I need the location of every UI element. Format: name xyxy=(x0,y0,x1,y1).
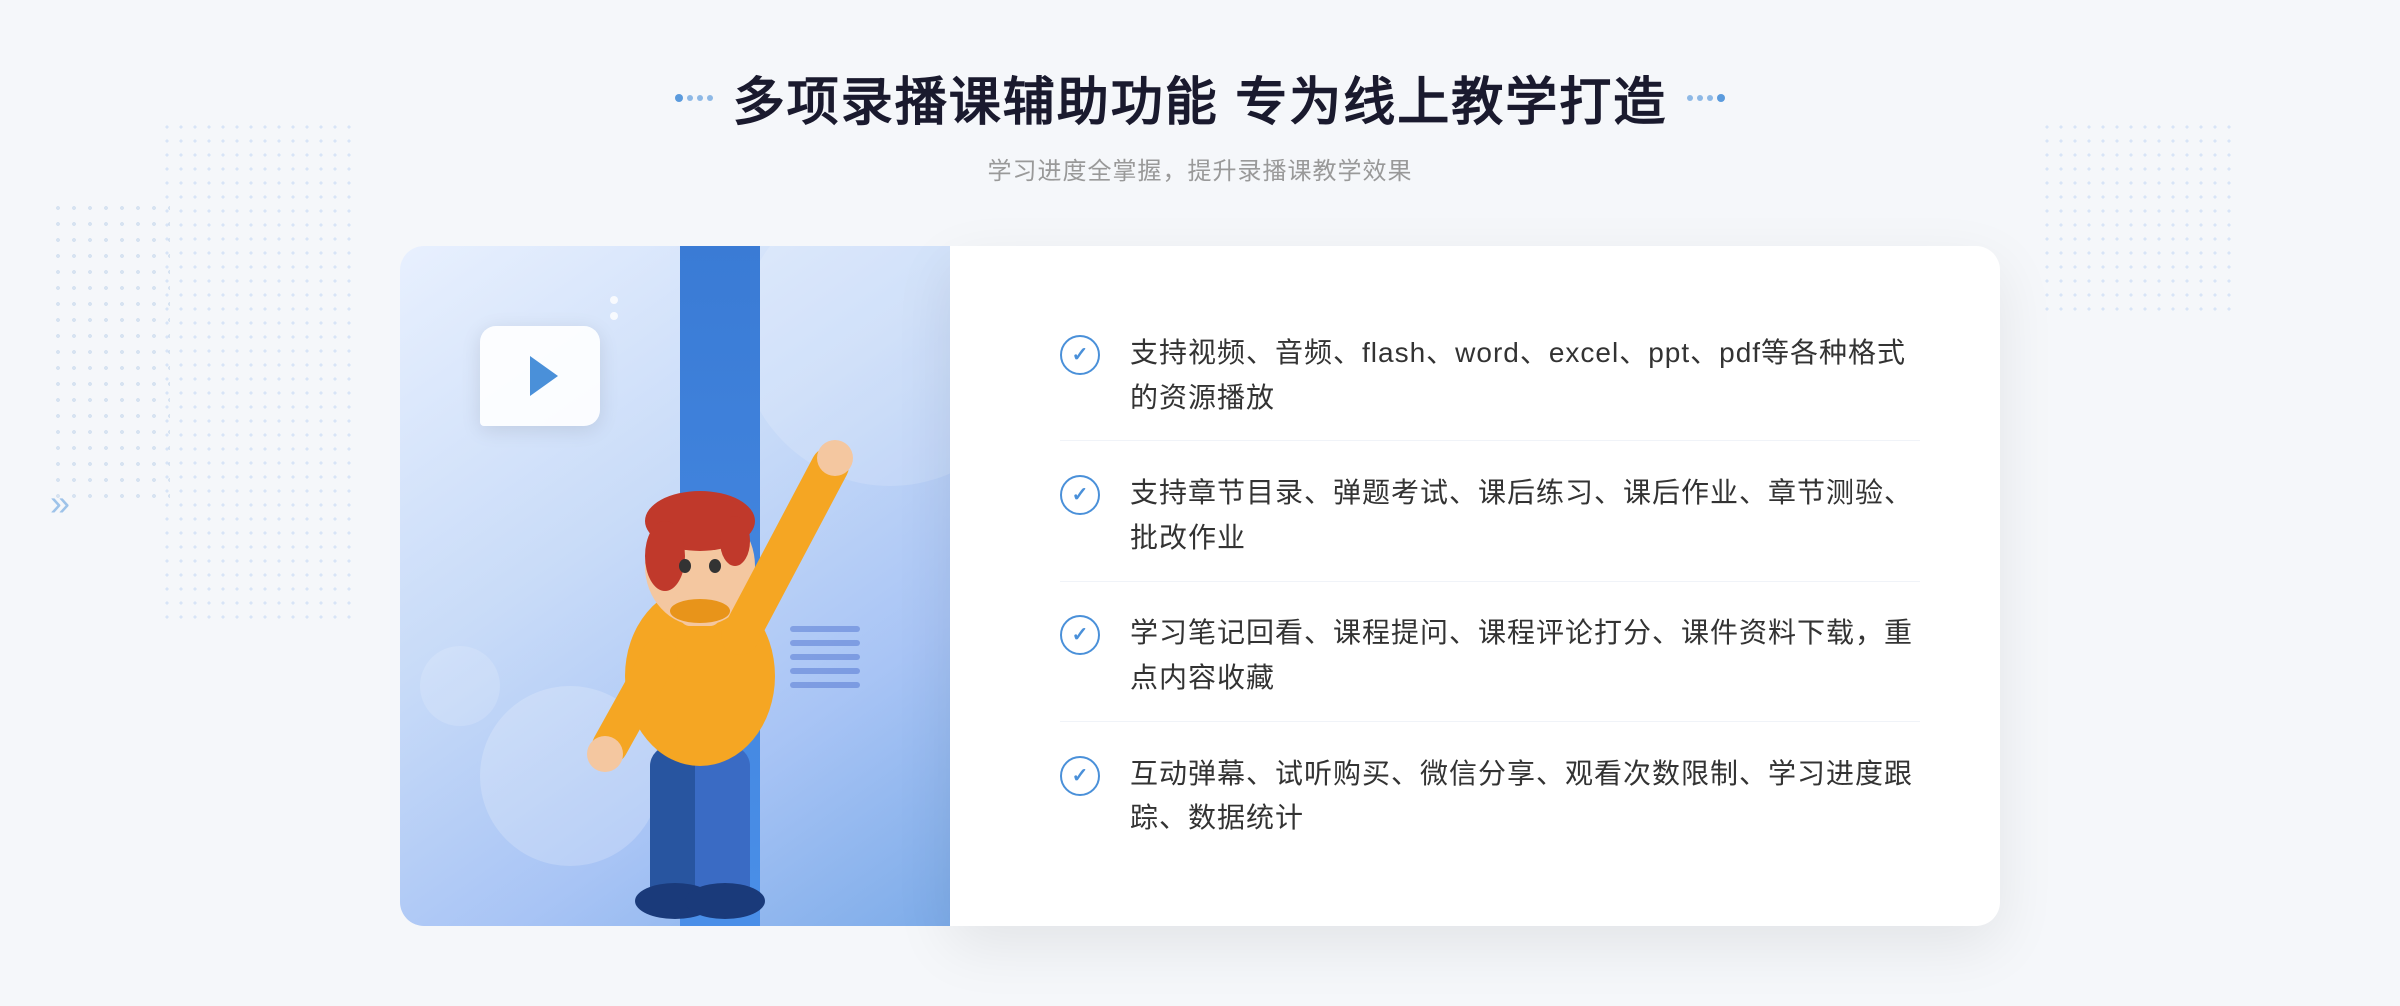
feature-item-4: ✓ 互动弹幕、试听购买、微信分享、观看次数限制、学习进度跟踪、数据统计 xyxy=(1060,732,1920,862)
check-icon-3: ✓ xyxy=(1060,615,1100,655)
deco-circle-small xyxy=(420,646,500,726)
sparkle-dot-1 xyxy=(610,296,618,304)
person-figure xyxy=(520,366,860,926)
sparkle-dot-2 xyxy=(610,312,618,320)
title-row: 多项录播课辅助功能 专为线上教学打造 xyxy=(675,60,1725,135)
features-card: ✓ 支持视频、音频、flash、word、excel、ppt、pdf等各种格式的… xyxy=(950,246,2000,926)
sparkle-decoration xyxy=(610,296,618,320)
check-mark-4: ✓ xyxy=(1072,766,1089,786)
check-mark-2: ✓ xyxy=(1072,485,1089,505)
page-wrapper: 多项录播课辅助功能 专为线上教学打造 学习进度全掌握，提升录播课教学效果 xyxy=(0,0,2400,1006)
title-dots-left xyxy=(675,94,713,102)
check-icon-4: ✓ xyxy=(1060,756,1100,796)
dots-decoration-left xyxy=(50,200,170,500)
feature-text-4: 互动弹幕、试听购买、微信分享、观看次数限制、学习进度跟踪、数据统计 xyxy=(1130,752,1920,842)
feature-item-2: ✓ 支持章节目录、弹题考试、课后练习、课后作业、章节测验、批改作业 xyxy=(1060,451,1920,582)
feature-item-1: ✓ 支持视频、音频、flash、word、excel、ppt、pdf等各种格式的… xyxy=(1060,311,1920,442)
header-section: 多项录播课辅助功能 专为线上教学打造 学习进度全掌握，提升录播课教学效果 xyxy=(675,60,1725,186)
illustration-card xyxy=(400,246,980,926)
feature-item-3: ✓ 学习笔记回看、课程提问、课程评论打分、课件资料下载，重点内容收藏 xyxy=(1060,591,1920,722)
check-icon-2: ✓ xyxy=(1060,475,1100,515)
left-arrows-decoration: » xyxy=(50,482,70,524)
feature-text-1: 支持视频、音频、flash、word、excel、ppt、pdf等各种格式的资源… xyxy=(1130,331,1920,421)
feature-text-3: 学习笔记回看、课程提问、课程评论打分、课件资料下载，重点内容收藏 xyxy=(1130,611,1920,701)
check-mark-3: ✓ xyxy=(1072,625,1089,645)
feature-text-2: 支持章节目录、弹题考试、课后练习、课后作业、章节测验、批改作业 xyxy=(1130,471,1920,561)
subtitle: 学习进度全掌握，提升录播课教学效果 xyxy=(675,151,1725,186)
title-dots-right xyxy=(1687,94,1725,102)
check-icon-1: ✓ xyxy=(1060,335,1100,375)
main-title: 多项录播课辅助功能 专为线上教学打造 xyxy=(733,60,1667,135)
main-content: ✓ 支持视频、音频、flash、word、excel、ppt、pdf等各种格式的… xyxy=(400,246,2000,926)
check-mark: ✓ xyxy=(1072,345,1089,365)
